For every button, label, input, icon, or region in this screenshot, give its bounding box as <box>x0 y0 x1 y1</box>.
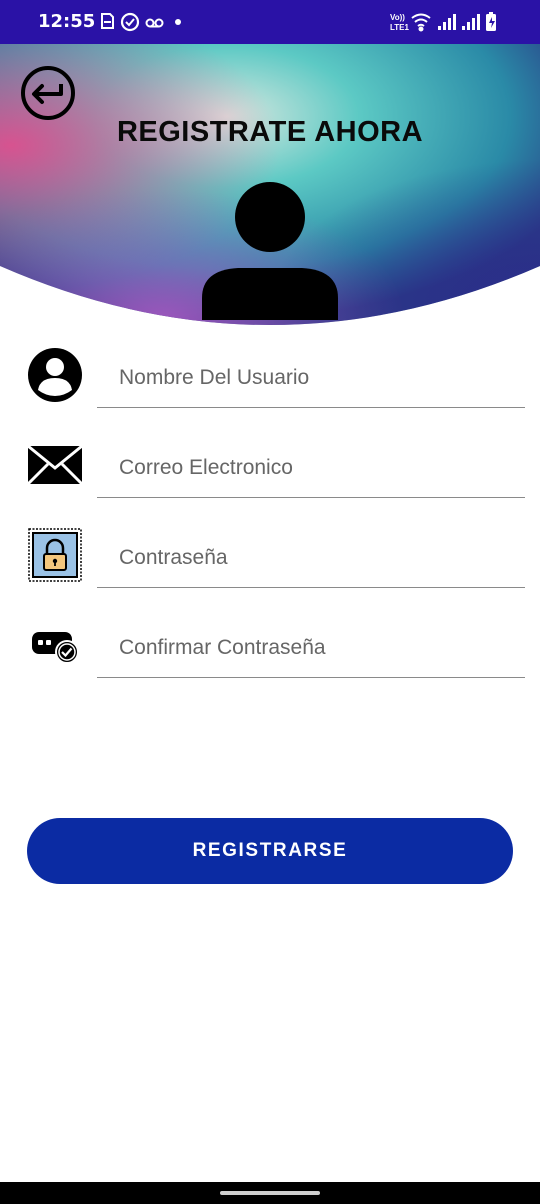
status-left-icons <box>98 10 188 34</box>
user-silhouette-icon <box>202 182 338 320</box>
user-circle-icon <box>24 344 86 406</box>
voicemail-icon <box>145 18 164 28</box>
padlock-icon <box>24 524 86 586</box>
status-right-icons: Vo)) LTE1 <box>390 10 502 34</box>
password-field[interactable] <box>97 528 525 588</box>
password-row <box>0 510 540 600</box>
signal-icon <box>462 14 480 30</box>
home-gesture-handle[interactable] <box>220 1191 320 1195</box>
confirm-password-row <box>0 600 540 690</box>
wifi-icon <box>411 13 431 32</box>
email-field[interactable] <box>97 438 525 498</box>
svg-text:LTE1: LTE1 <box>390 23 410 32</box>
volte-icon: Vo)) LTE1 <box>390 13 410 32</box>
back-button[interactable] <box>19 64 77 122</box>
header-banner: REGISTRATE AHORA <box>0 44 540 334</box>
status-bar: 12:55 Vo)) LTE1 <box>0 0 540 44</box>
email-row <box>0 420 540 510</box>
sync-icon <box>120 12 140 32</box>
signal-icon <box>438 14 456 30</box>
envelope-icon <box>24 434 86 496</box>
sim-icon <box>101 13 114 29</box>
username-row <box>0 330 540 420</box>
confirm-password-field[interactable] <box>97 618 525 678</box>
status-time: 12:55 <box>38 11 96 32</box>
dot-icon <box>175 19 181 25</box>
svg-text:Vo)): Vo)) <box>390 13 405 22</box>
avatar <box>198 178 342 320</box>
username-field[interactable] <box>97 348 525 408</box>
navigation-bar <box>0 1182 540 1204</box>
page-title: REGISTRATE AHORA <box>116 116 424 148</box>
back-arrow-icon <box>21 66 75 120</box>
battery-charging-icon <box>486 12 496 31</box>
register-button[interactable]: REGISTRARSE <box>27 818 513 884</box>
password-check-icon <box>24 614 86 676</box>
